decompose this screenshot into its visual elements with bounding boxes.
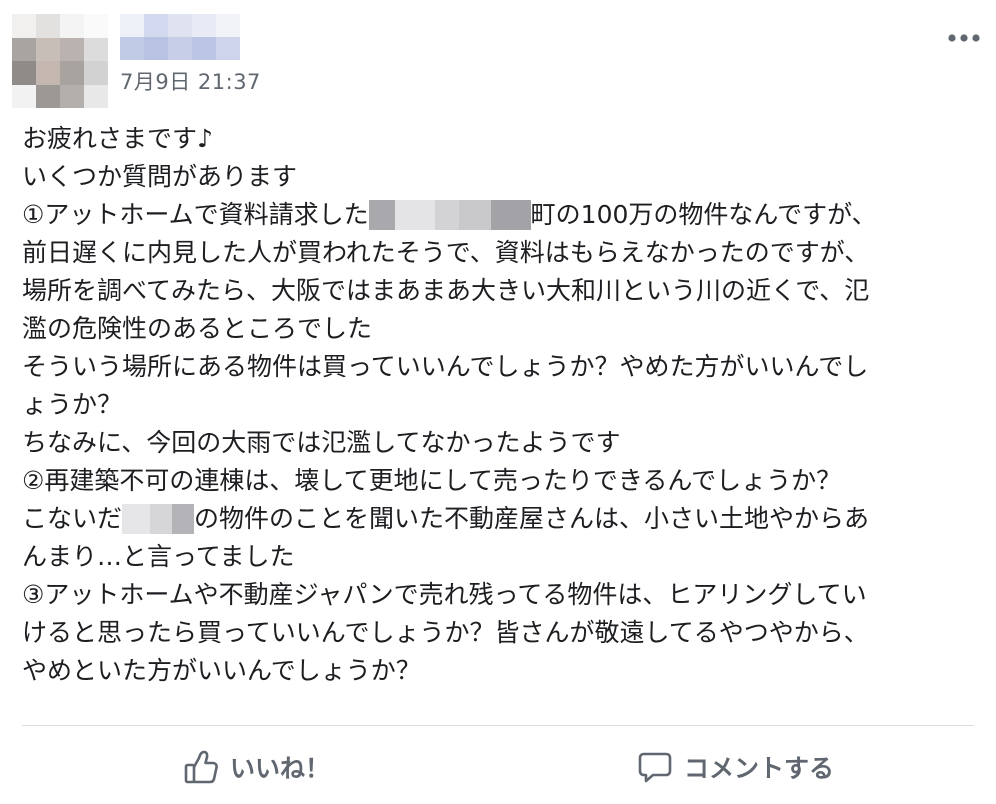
comment-button-label: コメントする (684, 754, 835, 783)
post-line-text: の物件のことを聞いた不動産屋さんは、小さい土地やからあ (194, 504, 870, 533)
more-options-button[interactable] (944, 22, 984, 54)
post-line: お疲れさまです♪ (22, 124, 213, 153)
post-line: けると思ったら買っていいんでしょうか？皆さんが敬遠してるやつやから、 (22, 618, 869, 647)
thumbs-up-icon (184, 750, 218, 784)
post-line: ③アットホームや不動産ジャパンで売れ残ってる物件は、ヒアリングしてい (22, 580, 867, 609)
more-options-icon (948, 34, 980, 42)
post-line: ちなみに、今回の大雨では氾濫してなかったようです (22, 428, 621, 457)
post-line: 前日遅くに内見した人が買われたそうで、資料はもらえなかったのですが、 (22, 238, 870, 267)
comment-bubble-icon (638, 752, 672, 783)
redacted-text (122, 504, 195, 534)
avatar[interactable] (12, 14, 108, 108)
post-line: ょうか？ (22, 390, 123, 419)
post-line: ②再建築不可の連棟は、壊して更地にして売ったりできるんでしょうか？ (22, 466, 842, 495)
post-timestamp[interactable]: 7月9日 21:37 (120, 66, 261, 96)
post-line: そういう場所にある物件は買っていいんでしょうか？やめた方がいいんでし (22, 352, 869, 381)
post-line: いくつか質問があります (22, 162, 298, 191)
post-line: んまり…と言ってました (22, 542, 295, 571)
author-name-redacted[interactable] (120, 14, 240, 60)
like-button[interactable]: いいね！ (182, 744, 330, 790)
comment-button[interactable]: コメントする (636, 744, 834, 790)
post-line: こないだ の物件のことを聞いた不動産屋さんは、小さい土地やからあ (22, 500, 982, 538)
redacted-text (368, 200, 531, 230)
post-line: 場所を調べてみたら、大阪ではまあまあ大きい大和川という川の近くで、氾 (22, 276, 870, 305)
post-line: やめといた方がいいんでしょうか？ (22, 656, 421, 685)
post-line: 濫の危険性のあるところでした (22, 314, 373, 343)
post-body: お疲れさまです♪ いくつか質問があります ①アットホームで資料請求した 町の100… (22, 120, 982, 690)
like-button-label: いいね！ (230, 754, 331, 783)
post-line: ①アットホームで資料請求した 町の100万の物件なんですが、 (22, 196, 982, 234)
actions-divider (22, 725, 974, 726)
post-line-text: ①アットホームで資料請求した (22, 200, 369, 229)
facebook-post: 7月9日 21:37 お疲れさまです♪ いくつか質問があります ①アットホームで… (0, 0, 996, 804)
post-line-text: こないだ (22, 504, 123, 533)
post-line-text: 町の100万の物件なんですが、 (530, 200, 877, 229)
